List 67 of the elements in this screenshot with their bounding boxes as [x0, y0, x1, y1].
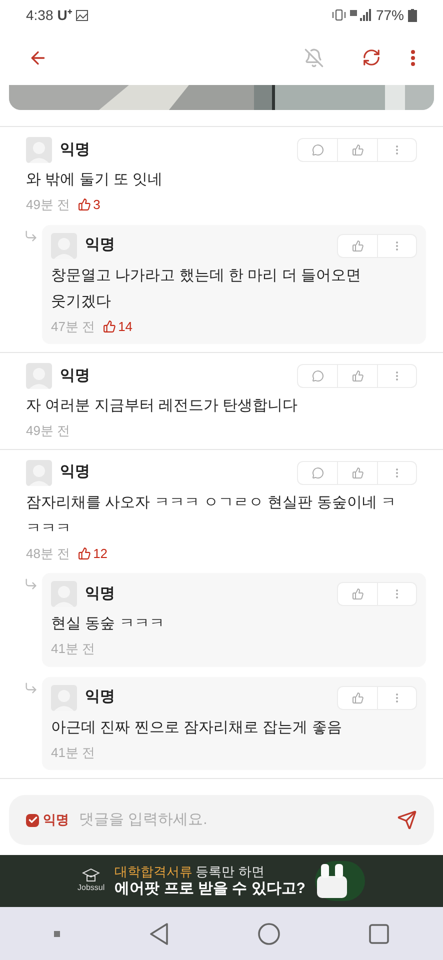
send-button[interactable]: [397, 810, 417, 830]
refresh-button[interactable]: [362, 48, 381, 67]
comment-time: 48분 전: [26, 544, 70, 562]
thumbs-up-icon: [78, 546, 92, 560]
comment-text: 와 밖에 둘기 또 잇네: [26, 170, 164, 190]
avatar-icon: [26, 137, 52, 163]
comment-time: 49분 전: [26, 422, 70, 440]
reply-arrow-icon: [24, 680, 38, 694]
author-name: 익명: [85, 687, 115, 708]
notification-button[interactable]: [304, 48, 324, 68]
back-nav-icon[interactable]: [149, 922, 170, 944]
carrier-label: U⁺: [57, 6, 72, 24]
check-icon: [28, 815, 38, 825]
comment-input[interactable]: 댓글을 입력하세요.: [79, 808, 397, 832]
reply-arrow-icon: [24, 577, 38, 591]
image-icon: [76, 10, 88, 20]
speech-bubble-icon: [312, 370, 324, 382]
comment-text: 아근데 진짜 찐으로 잠자리채로 잡는게 좋음: [51, 718, 343, 738]
speech-bubble-icon: [312, 144, 324, 156]
thumbs-up-icon: [352, 144, 364, 156]
author-name: 익명: [60, 462, 90, 482]
thumbs-up-icon: [352, 370, 364, 382]
thumbs-up-icon: [352, 588, 364, 600]
comment-text: 현실 동숲 ㅋㅋㅋ: [51, 614, 166, 634]
comment-composer[interactable]: 익명 댓글을 입력하세요.: [9, 795, 434, 845]
author-name: 익명: [60, 366, 90, 386]
speech-bubble-icon: [312, 466, 324, 478]
battery-icon: [408, 8, 417, 22]
thumbs-up-icon: [352, 240, 364, 252]
author-name: 익명: [85, 584, 115, 604]
battery-level: 77%: [376, 6, 404, 24]
signal-icon: [350, 9, 372, 21]
recents-nav-icon[interactable]: [368, 924, 389, 944]
more-icon: [411, 50, 415, 66]
avatar-icon: [26, 363, 52, 389]
ad-banner[interactable]: Jobssul 대학합격서류 등록만 하면 에어팟 프로 받을 수 있다고?: [0, 855, 443, 907]
ad-logo: Jobssul: [78, 882, 105, 894]
avatar-icon: [26, 460, 52, 486]
author-name: 익명: [60, 140, 90, 160]
more-menu-button[interactable]: [411, 50, 415, 66]
refresh-icon: [362, 48, 381, 67]
comment-time: 49분 전: [26, 196, 70, 214]
thumbs-up-icon: [352, 692, 364, 704]
comment-time: 41분 전: [51, 640, 96, 658]
clock-time: 4:38: [26, 6, 54, 24]
thumbs-up-icon: [352, 466, 364, 478]
comment-time: 41분 전: [51, 744, 96, 762]
thumbs-up-icon: [78, 198, 92, 212]
vibrate-icon: [332, 9, 346, 21]
comment-time: 47분 전: [51, 318, 96, 336]
comment-text: 자 여러분 지금부터 레전드가 탄생합니다: [26, 396, 299, 416]
comment-text: 창문열고 나가라고 했는데 한 마리 더 들어오면 웃기겠다: [51, 266, 362, 312]
anonymous-checkbox[interactable]: 익명: [26, 810, 69, 830]
bell-off-icon: [304, 48, 324, 68]
send-icon: [397, 810, 417, 830]
ad-text: 등록만 하면: [196, 864, 264, 880]
home-nav-icon[interactable]: [258, 922, 280, 944]
author-name: 익명: [85, 235, 115, 256]
ad-highlight: 대학합격서류: [114, 864, 193, 880]
comment-text: 잠자리채를 사오자 ㅋㅋㅋ ㅇㄱㄹㅇ 현실판 동숲이네 ㅋㅋㅋㅋ: [26, 492, 398, 538]
graduation-cap-icon: [82, 868, 100, 882]
like-count: 3: [78, 195, 100, 214]
ad-headline: 에어팟 프로 받을 수 있다고?: [114, 880, 306, 898]
like-count: 14: [103, 316, 133, 336]
like-count: 12: [78, 544, 108, 563]
thumbs-up-icon: [103, 320, 116, 333]
reply-arrow-icon: [24, 228, 38, 242]
